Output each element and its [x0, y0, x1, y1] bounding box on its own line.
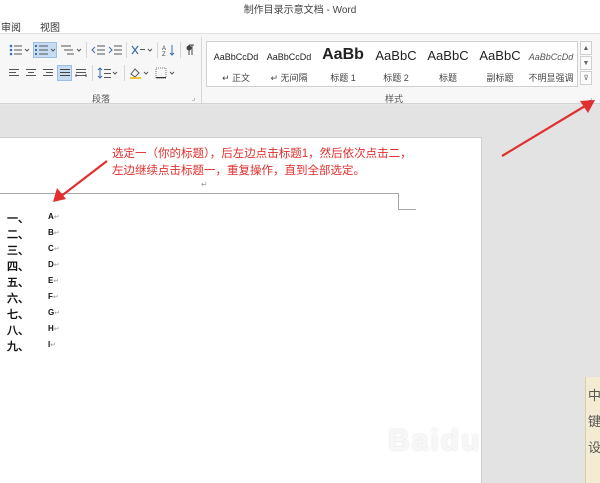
arrow-to-list-icon [59, 160, 108, 198]
arrow-to-styles-launcher-icon [501, 105, 586, 157]
word-window: 制作目录示意文档 - Word 审阅 视图 AZ 段落 ⌟ AaBbCcDd ↵… [0, 0, 600, 483]
annotation-arrows [53, 100, 595, 202]
side-panel: 中 键 设 [585, 377, 600, 483]
watermark: Baidu [388, 424, 482, 457]
